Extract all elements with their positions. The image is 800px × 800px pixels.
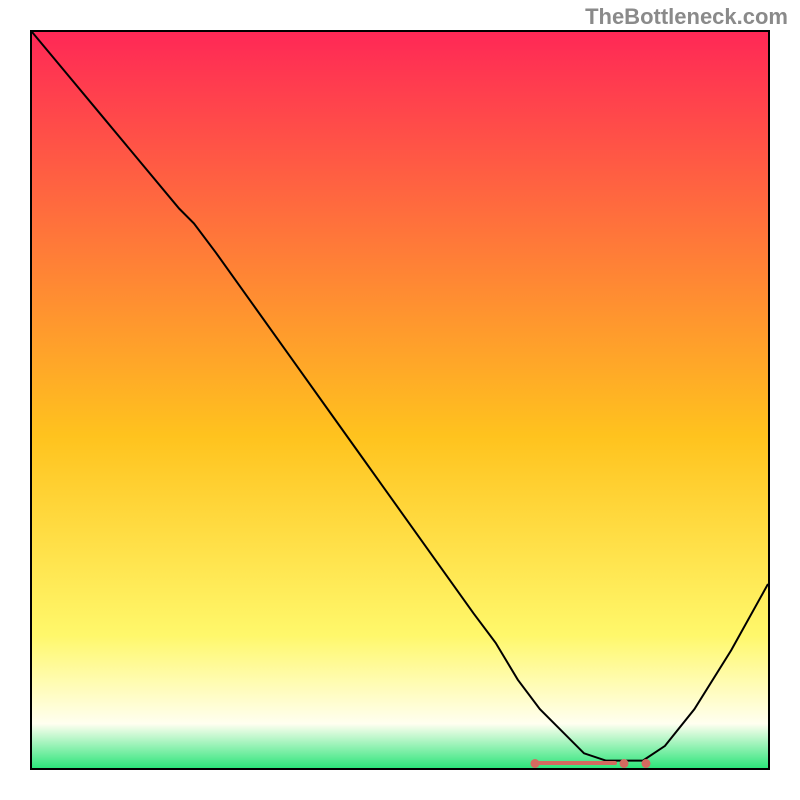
watermark-text: TheBottleneck.com: [585, 4, 788, 30]
plot-frame: [30, 30, 770, 770]
bottleneck-curve: [32, 32, 768, 768]
marker-segment: [535, 761, 616, 765]
marker-dot: [620, 759, 629, 768]
chart-container: TheBottleneck.com: [0, 0, 800, 800]
marker-dot: [642, 759, 651, 768]
marker-dot: [531, 759, 540, 768]
